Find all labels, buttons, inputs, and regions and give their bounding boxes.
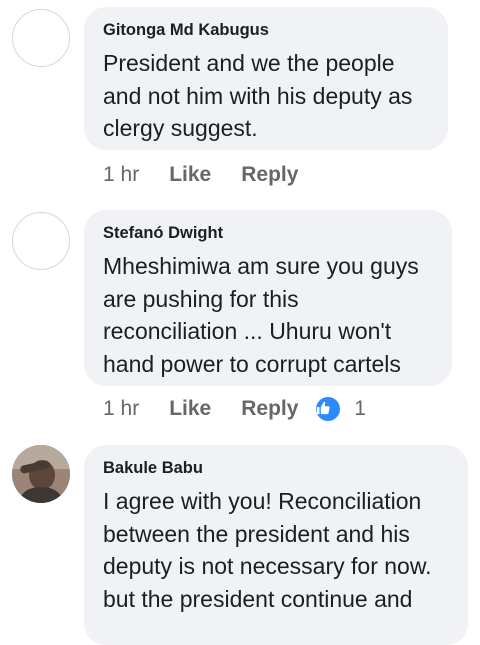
comment-author[interactable]: Stefanó Dwight bbox=[103, 222, 434, 244]
reply-button[interactable]: Reply bbox=[241, 163, 298, 187]
comment-text: President and we the people and not him … bbox=[103, 50, 413, 141]
comment: Bakule Babu I agree with you! Reconcilia… bbox=[0, 435, 480, 645]
comment-bubble[interactable]: Stefanó Dwight Mheshimiwa am sure you gu… bbox=[84, 210, 452, 386]
like-button[interactable]: Like bbox=[169, 163, 211, 187]
reply-button[interactable]: Reply bbox=[241, 397, 298, 421]
avatar[interactable] bbox=[12, 212, 70, 270]
comment-actions: 1 hr Like Reply bbox=[103, 163, 316, 187]
comment-bubble[interactable]: Gitonga Md Kabugus President and we the … bbox=[84, 7, 448, 150]
comment-text: I agree with you! Reconciliation between… bbox=[103, 488, 432, 612]
comment: Stefanó Dwight Mheshimiwa am sure you gu… bbox=[0, 200, 480, 435]
avatar[interactable] bbox=[12, 9, 70, 67]
comment-timestamp[interactable]: 1 hr bbox=[103, 163, 139, 187]
avatar-photo-icon bbox=[12, 445, 70, 503]
comment-actions: 1 hr Like Reply 1 bbox=[103, 397, 366, 421]
avatar[interactable] bbox=[12, 445, 70, 503]
comment-bubble[interactable]: Bakule Babu I agree with you! Reconcilia… bbox=[84, 445, 468, 645]
comment-author[interactable]: Gitonga Md Kabugus bbox=[103, 19, 430, 41]
like-button[interactable]: Like bbox=[169, 397, 211, 421]
reaction-summary[interactable]: 1 bbox=[316, 397, 366, 421]
comment-text: Mheshimiwa am sure you guys are pushing … bbox=[103, 253, 419, 377]
reaction-count: 1 bbox=[354, 397, 366, 420]
thumbs-up-icon bbox=[316, 397, 341, 421]
comment: Gitonga Md Kabugus President and we the … bbox=[0, 0, 480, 200]
comment-author[interactable]: Bakule Babu bbox=[103, 457, 450, 479]
comment-timestamp[interactable]: 1 hr bbox=[103, 397, 139, 421]
